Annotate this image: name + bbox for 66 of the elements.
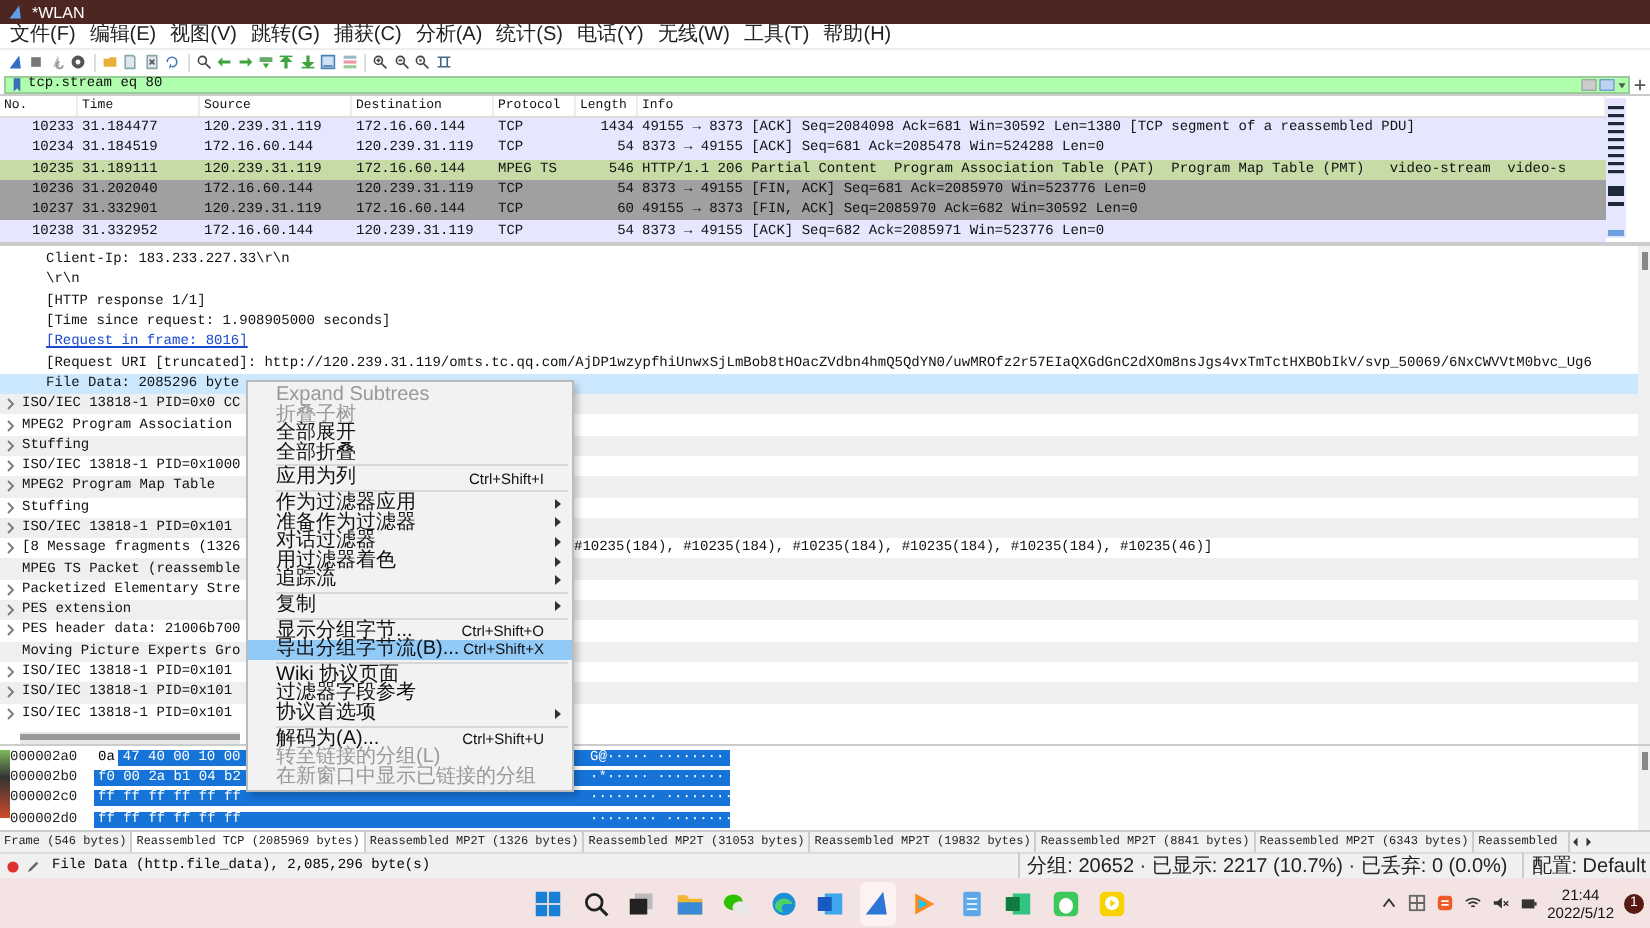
volume-muted-icon[interactable]: [1491, 894, 1510, 912]
menu-item[interactable]: 跳转(G): [246, 24, 324, 48]
stop-icon[interactable]: [28, 54, 45, 70]
zoom-reset-icon[interactable]: [414, 54, 431, 70]
browser-icon[interactable]: [769, 889, 797, 917]
tab-scroll-arrows-icon[interactable]: [1570, 834, 1595, 850]
scrollbar[interactable]: [1638, 246, 1650, 744]
menu-item[interactable]: 全部折叠: [248, 443, 572, 463]
menu-item[interactable]: 追踪流: [248, 570, 572, 590]
menu-item[interactable]: 作为过滤器应用: [248, 493, 572, 514]
menu-item[interactable]: 电话(Y): [573, 24, 648, 48]
zoom-in-icon[interactable]: [372, 54, 389, 70]
side-handle[interactable]: [0, 750, 10, 818]
arrow-right-icon[interactable]: [237, 54, 254, 70]
caret-icon[interactable]: [1616, 77, 1628, 91]
jump-icon[interactable]: [258, 54, 275, 70]
resize-columns-icon[interactable]: [435, 54, 452, 70]
pencil-icon[interactable]: [26, 859, 40, 873]
input-method-icon[interactable]: [1435, 894, 1454, 912]
restart-icon[interactable]: [49, 54, 66, 70]
menu-item[interactable]: 分析(A): [411, 24, 487, 48]
scrollbar[interactable]: [1638, 746, 1650, 830]
menu-item[interactable]: 准备作为过滤器: [248, 513, 572, 533]
wifi-icon[interactable]: [1463, 894, 1482, 912]
spreadsheet-app-icon[interactable]: [1004, 889, 1032, 917]
scrollbar[interactable]: [20, 731, 240, 744]
shark-fin-icon[interactable]: [863, 889, 891, 917]
reload-icon[interactable]: [164, 54, 181, 70]
shark-fin-icon[interactable]: [8, 54, 24, 70]
menu-item[interactable]: 复制: [248, 595, 572, 616]
zoom-out-icon[interactable]: [393, 54, 410, 70]
menu-item[interactable]: 编辑(E): [85, 24, 161, 48]
menu-item[interactable]: 统计(S): [492, 24, 567, 48]
expert-info-icon[interactable]: [6, 859, 20, 873]
windows-logo-icon[interactable]: [534, 889, 562, 917]
menu-item[interactable]: 用过滤器着色: [248, 551, 572, 571]
menu-item[interactable]: 文件(F): [6, 24, 80, 48]
arrow-down-icon[interactable]: [299, 54, 316, 70]
task-view-icon[interactable]: [628, 889, 656, 917]
notepad-icon[interactable]: [957, 889, 985, 917]
menu-item[interactable]: 无线(W): [653, 24, 734, 48]
menu-item[interactable]: 协议首选项: [248, 703, 572, 723]
arrow-up-icon[interactable]: [278, 54, 295, 70]
chevron-up-icon[interactable]: [1379, 894, 1398, 912]
packet-minimap[interactable]: [1606, 98, 1626, 238]
document-app-icon[interactable]: [816, 889, 844, 917]
colorize-icon[interactable]: [341, 54, 358, 70]
search-icon[interactable]: [581, 889, 609, 917]
menu-item[interactable]: 视图(V): [166, 24, 241, 48]
battery-icon[interactable]: [1519, 894, 1538, 912]
window-title: *WLAN: [32, 3, 85, 21]
menu-item[interactable]: 捕获(C): [329, 24, 406, 48]
chat-app-icon[interactable]: [1051, 889, 1079, 917]
search-icon[interactable]: [195, 54, 212, 70]
folder-icon[interactable]: [675, 889, 703, 917]
add-icon[interactable]: [1634, 77, 1646, 91]
menu-item[interactable]: 对话过滤器: [248, 532, 572, 552]
menu-item[interactable]: 过滤器字段参考: [248, 684, 572, 704]
menu-item[interactable]: 工具(T): [739, 24, 814, 48]
shark-fin-icon: [8, 4, 24, 20]
menu-item[interactable]: 全部展开: [248, 424, 572, 444]
menu-item[interactable]: 帮助(H): [819, 24, 896, 48]
close-file-icon[interactable]: [143, 54, 160, 70]
grid-icon[interactable]: [1407, 894, 1426, 912]
bookmark-icon[interactable]: [12, 77, 22, 91]
autoscroll-icon[interactable]: [320, 54, 337, 70]
